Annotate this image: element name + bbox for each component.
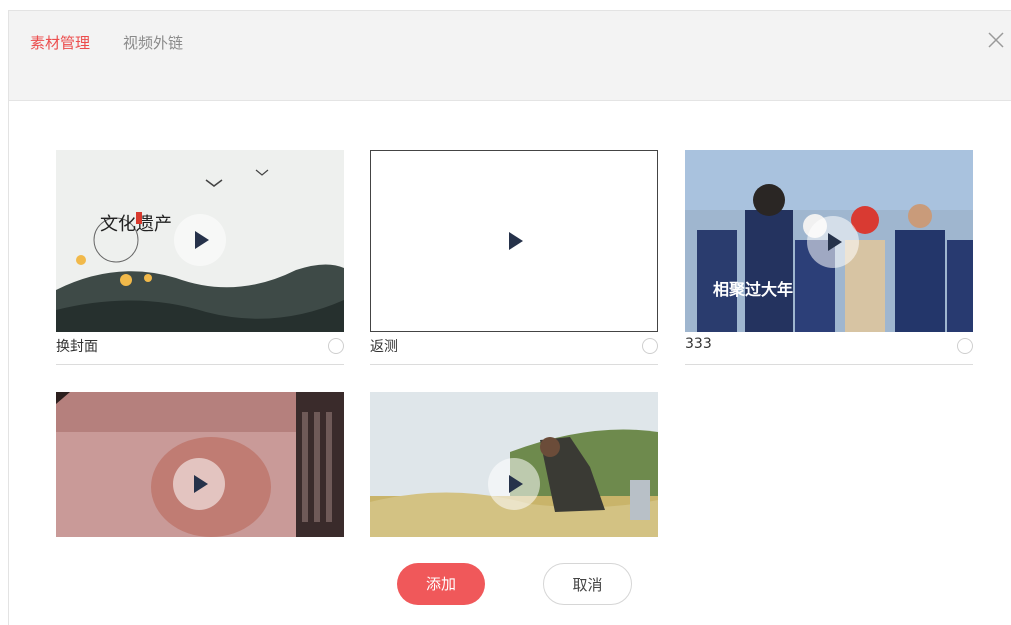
video-card[interactable] [370,392,658,537]
thumbnail-text: 相聚过大年 [713,280,793,299]
video-caption: 换封面 [56,339,98,355]
video-card[interactable]: 相聚过大年 333 [685,150,973,366]
add-button[interactable]: 添加 [397,563,485,605]
video-thumbnail[interactable] [56,392,344,537]
tab-video-external-link[interactable]: 视频外链 [123,33,183,53]
video-thumbnail[interactable] [370,150,658,332]
video-thumbnail[interactable] [370,392,658,537]
video-card[interactable] [56,392,344,537]
tab-material-management[interactable]: 素材管理 [30,33,90,53]
divider [56,364,344,365]
play-icon[interactable] [807,216,859,268]
dialog-header: 素材管理 视频外链 [9,11,1011,101]
video-thumbnail[interactable]: 文化遗产 [56,150,344,332]
close-icon[interactable] [987,31,1005,49]
play-icon[interactable] [488,215,540,267]
video-caption: 333 [685,336,712,352]
divider [370,364,658,365]
video-card[interactable]: 文化遗产 换封面 [56,150,344,366]
play-icon[interactable] [173,458,225,510]
video-caption: 返测 [370,339,398,355]
play-icon[interactable] [488,458,540,510]
video-thumbnail[interactable]: 相聚过大年 [685,150,973,332]
select-radio[interactable] [328,338,344,354]
select-radio[interactable] [957,338,973,354]
video-card[interactable]: 返测 [370,150,658,366]
play-icon[interactable] [174,214,226,266]
cancel-button[interactable]: 取消 [543,563,632,605]
select-radio[interactable] [642,338,658,354]
divider [685,364,973,365]
